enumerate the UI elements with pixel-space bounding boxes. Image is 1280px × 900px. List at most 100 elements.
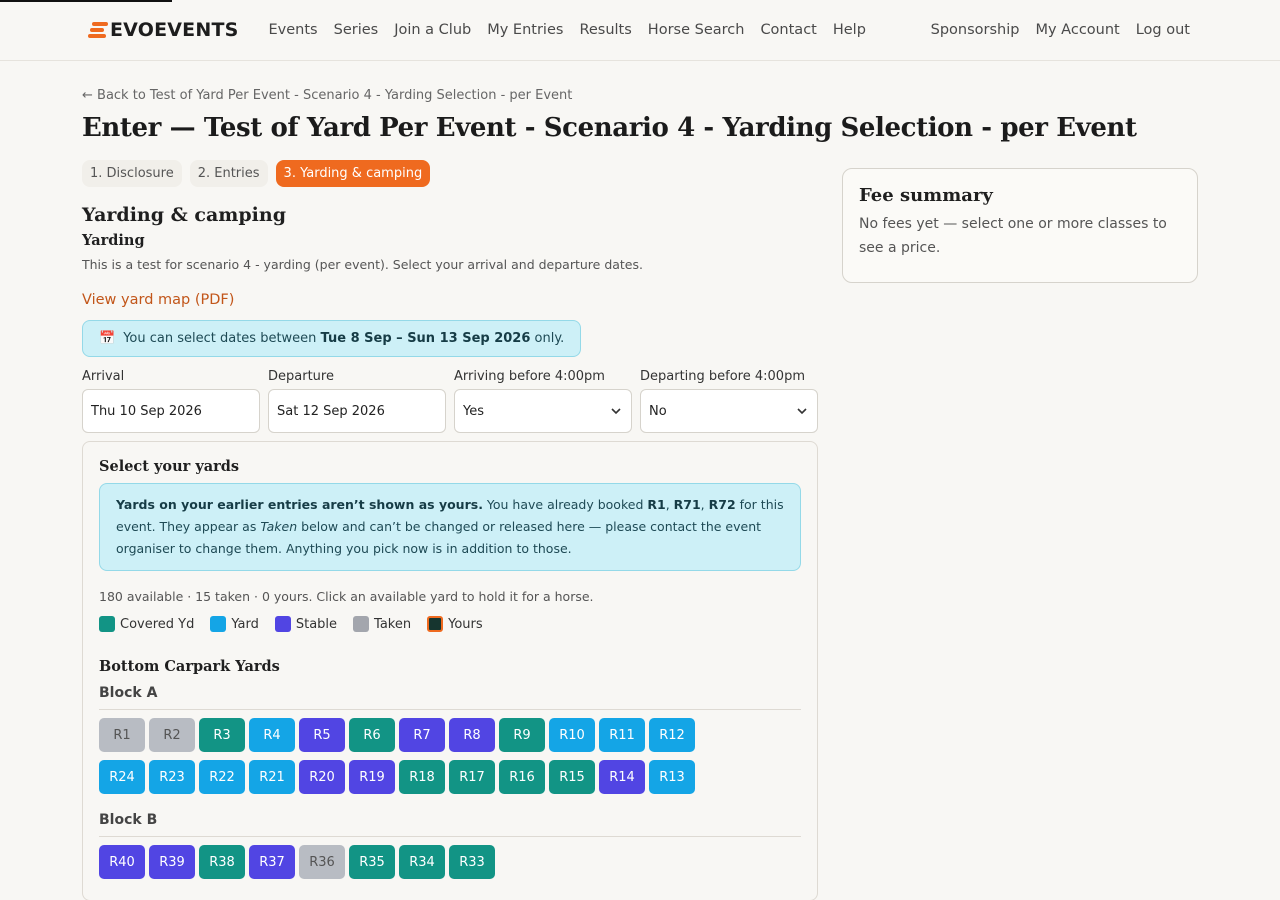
calendar-icon: 📅	[99, 331, 116, 346]
nav-results[interactable]: Results	[579, 22, 631, 38]
date-range-notice: 📅 You can select dates between Tue 8 Sep…	[82, 320, 582, 357]
yard-r11[interactable]: R11	[599, 718, 645, 752]
legend-label: Covered Yd	[120, 616, 195, 632]
nav-contact[interactable]: Contact	[760, 22, 816, 38]
legend-item: Yours	[427, 616, 483, 632]
yard-r37[interactable]: R37	[249, 845, 295, 879]
section-description: This is a test for scenario 4 - yarding …	[82, 257, 643, 272]
yard-counts: 180 available · 15 taken · 0 yours. Clic…	[99, 589, 594, 604]
nav-log-out[interactable]: Log out	[1136, 22, 1190, 38]
yard-row: R1 R2 R3 R4 R5 R6 R7 R8 R9 R10 R11 R12	[99, 718, 801, 752]
arriving-before-group: Arriving before 4:00pm Yes	[454, 369, 632, 433]
nav-my-entries[interactable]: My Entries	[487, 22, 563, 38]
yard-r24[interactable]: R24	[99, 760, 145, 794]
legend-item: Yard	[210, 616, 259, 632]
nav-help[interactable]: Help	[833, 22, 866, 38]
block-title: Block A	[99, 685, 801, 710]
fee-summary-text: No fees yet — select one or more classes…	[859, 216, 1167, 256]
yard-r9[interactable]: R9	[499, 718, 545, 752]
yard-map-link[interactable]: View yard map (PDF)	[82, 292, 234, 308]
yard-r22[interactable]: R22	[199, 760, 245, 794]
tab-entries[interactable]: 2. Entries	[189, 160, 268, 187]
brand-name: EVOEVENTS	[110, 19, 239, 41]
yard-r35[interactable]: R35	[349, 845, 395, 879]
legend-label: Yours	[448, 616, 483, 632]
yard-blocks: Block A R1 R2 R3 R4 R5 R6 R7 R8 R9 R10 R11 R12 R24 R23…	[99, 685, 801, 879]
yard-r12[interactable]: R12	[649, 718, 695, 752]
earlier-bookings-notice: Yards on your earlier entries aren’t sho…	[99, 483, 801, 571]
page-title: Enter — Test of Yard Per Event - Scenari…	[82, 113, 1137, 143]
yard-r7[interactable]: R7	[399, 718, 445, 752]
legend-label: Stable	[295, 616, 338, 632]
nav-series[interactable]: Series	[334, 22, 379, 38]
yard-r15[interactable]: R15	[549, 760, 595, 794]
legend-swatch	[427, 616, 444, 632]
yard-r14[interactable]: R14	[599, 760, 645, 794]
yard-r13[interactable]: R13	[649, 760, 695, 794]
legend-swatch	[353, 616, 370, 632]
arriving-before-select[interactable]: Yes	[454, 389, 632, 433]
logo-mark-icon	[88, 22, 108, 38]
yard-selection-title: Select your yards	[99, 458, 240, 475]
yard-r40[interactable]: R40	[99, 845, 145, 879]
legend-item: Stable	[274, 616, 338, 632]
main-nav-links: Events Series Join a Club My Entries Res…	[269, 22, 866, 38]
yard-r2: R2	[149, 718, 195, 752]
yard-row: R24 R23 R22 R21 R20 R19 R18 R17 R16 R15 R14 R13	[99, 760, 801, 794]
nav-events[interactable]: Events	[269, 22, 318, 38]
yard-r3[interactable]: R3	[199, 718, 245, 752]
nav-sponsorship[interactable]: Sponsorship	[931, 22, 1020, 38]
yard-r36: R36	[299, 845, 345, 879]
nav-join-club[interactable]: Join a Club	[394, 22, 471, 38]
yard-r5[interactable]: R5	[299, 718, 345, 752]
yard-r38[interactable]: R38	[199, 845, 245, 879]
yard-r8[interactable]: R8	[449, 718, 495, 752]
yard-r23[interactable]: R23	[149, 760, 195, 794]
fee-summary-title: Fee summary	[859, 185, 993, 206]
yard-r20[interactable]: R20	[299, 760, 345, 794]
yard-r16[interactable]: R16	[499, 760, 545, 794]
block-title: Block B	[99, 812, 801, 837]
departure-field-group: Departure Sat 12 Sep 2026	[268, 369, 446, 433]
legend-label: Yard	[231, 616, 259, 632]
yard-r33[interactable]: R33	[449, 845, 495, 879]
yard-r4[interactable]: R4	[249, 718, 295, 752]
tab-disclosure[interactable]: 1. Disclosure	[82, 160, 182, 187]
yard-r19[interactable]: R19	[349, 760, 395, 794]
chevron-down-icon	[797, 408, 807, 415]
top-progress-line	[0, 0, 172, 2]
yard-legend: Covered Yd Yard Stable Taken Yours	[99, 616, 801, 632]
back-link[interactable]: ← Back to Test of Yard Per Event - Scena…	[82, 88, 818, 103]
arrival-label: Arrival	[82, 369, 125, 384]
date-fields: Arrival Thu 10 Sep 2026 Departure Sat 12…	[82, 369, 818, 433]
arriving-before-label: Arriving before 4:00pm	[454, 369, 605, 384]
yard-r34[interactable]: R34	[399, 845, 445, 879]
yard-r17[interactable]: R17	[449, 760, 495, 794]
chevron-down-icon	[611, 408, 621, 415]
brand-logo[interactable]: EVOEVENTS	[88, 19, 239, 41]
departing-before-label: Departing before 4:00pm	[640, 369, 805, 384]
yard-r21[interactable]: R21	[249, 760, 295, 794]
date-note-text: You can select dates between Tue 8 Sep –…	[123, 331, 565, 346]
account-nav-links: Sponsorship My Account Log out	[931, 22, 1190, 38]
tab-yarding-camping[interactable]: 3. Yarding & camping	[275, 160, 431, 187]
yard-r18[interactable]: R18	[399, 760, 445, 794]
section-title: Yarding & camping	[82, 204, 286, 226]
entry-form: ← Back to Test of Yard Per Event - Scena…	[82, 88, 1137, 900]
yard-r6[interactable]: R6	[349, 718, 395, 752]
fee-summary-card: Fee summary No fees yet — select one or …	[842, 168, 1198, 283]
departure-input[interactable]: Sat 12 Sep 2026	[268, 389, 446, 433]
yard-selection-panel: Select your yards Yards on your earlier …	[82, 441, 818, 900]
arrival-input[interactable]: Thu 10 Sep 2026	[82, 389, 260, 433]
yard-r39[interactable]: R39	[149, 845, 195, 879]
legend-swatch	[99, 616, 115, 632]
nav-horse-search[interactable]: Horse Search	[648, 22, 745, 38]
legend-swatch	[274, 616, 291, 632]
departing-before-select[interactable]: No	[640, 389, 818, 433]
yard-r1: R1	[99, 718, 145, 752]
legend-swatch	[210, 616, 227, 632]
yard-r10[interactable]: R10	[549, 718, 595, 752]
nav-my-account[interactable]: My Account	[1035, 22, 1119, 38]
step-tabs: 1. Disclosure 2. Entries 3. Yarding & ca…	[82, 160, 818, 187]
yard-row: R40 R39 R38 R37 R36 R35 R34 R33	[99, 845, 801, 879]
